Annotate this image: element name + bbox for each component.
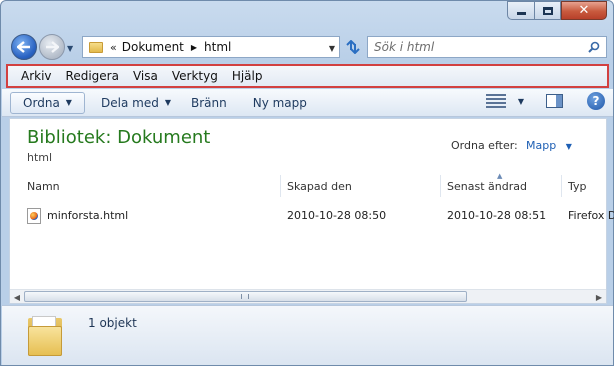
branna-label: Bränn bbox=[190, 95, 227, 110]
menu-bar: Arkiv Redigera Visa Verktyg Hjälp bbox=[6, 64, 609, 88]
library-subtitle: html bbox=[27, 151, 53, 164]
breadcrumb-item-html[interactable]: html bbox=[204, 40, 231, 54]
sort-arrow-icon: ▲ bbox=[497, 172, 503, 180]
arrange-by-value: Mapp bbox=[526, 139, 557, 152]
column-divider[interactable] bbox=[561, 175, 562, 197]
forward-button[interactable] bbox=[39, 34, 65, 60]
minimize-icon bbox=[516, 11, 526, 15]
refresh-button[interactable] bbox=[342, 36, 364, 58]
folder-icon bbox=[28, 316, 62, 356]
breadcrumb-item-dokument[interactable]: Dokument bbox=[122, 40, 184, 54]
close-button[interactable]: ✕ bbox=[561, 1, 607, 20]
file-type: Firefox D bbox=[568, 209, 614, 222]
toolbar-right-group: ▼ ? bbox=[485, 92, 605, 110]
preview-pane-icon[interactable] bbox=[546, 94, 563, 108]
address-dropdown-icon[interactable]: ▼ bbox=[329, 44, 335, 53]
chevron-down-icon: ▼ bbox=[565, 142, 572, 151]
view-options-icon[interactable] bbox=[485, 94, 506, 108]
grip-icon bbox=[241, 294, 249, 299]
menu-item-hjalp[interactable]: Hjälp bbox=[225, 69, 270, 83]
ordna-label: Ordna bbox=[23, 95, 60, 110]
scroll-left-icon[interactable]: ◀ bbox=[10, 290, 24, 304]
close-icon: ✕ bbox=[578, 3, 590, 18]
column-divider[interactable] bbox=[440, 175, 441, 197]
column-headers: Namn Skapad den ▲ Senast ändrad Typ bbox=[10, 172, 606, 197]
menu-item-redigera[interactable]: Redigera bbox=[59, 69, 126, 83]
folder-icon bbox=[89, 41, 103, 53]
horizontal-scrollbar[interactable]: ◀ ▶ bbox=[10, 289, 606, 303]
details-pane: 1 objekt bbox=[2, 305, 613, 365]
explorer-window: ✕ ▼ « Dokument ▶ html ▼ Sök i html Arkiv… bbox=[0, 0, 614, 366]
search-icon[interactable] bbox=[588, 41, 600, 53]
search-input[interactable]: Sök i html bbox=[367, 36, 607, 58]
ny-mapp-button[interactable]: Ny mapp bbox=[243, 92, 317, 114]
branna-button[interactable]: Bränn bbox=[181, 92, 237, 114]
maximize-button[interactable] bbox=[534, 1, 561, 20]
column-header-skapad[interactable]: Skapad den bbox=[287, 180, 352, 193]
menu-item-visa[interactable]: Visa bbox=[126, 69, 165, 83]
ordna-button[interactable]: Ordna ▼ bbox=[10, 91, 85, 114]
chevron-down-icon: ▼ bbox=[65, 98, 72, 107]
library-title: Bibliotek: Dokument bbox=[27, 127, 211, 148]
command-bar: Ordna ▼ Dela med ▼ Bränn Ny mapp ▼ ? bbox=[2, 89, 613, 117]
scroll-right-icon[interactable]: ▶ bbox=[592, 290, 606, 304]
column-divider[interactable] bbox=[280, 175, 281, 197]
file-created: 2010-10-28 08:50 bbox=[287, 209, 387, 222]
html-file-icon bbox=[27, 208, 41, 224]
file-row[interactable]: minforsta.html 2010-10-28 08:50 2010-10-… bbox=[10, 207, 614, 227]
breadcrumb-separator-icon[interactable]: ▶ bbox=[191, 43, 197, 52]
item-count: 1 objekt bbox=[88, 316, 137, 330]
menu-item-arkiv[interactable]: Arkiv bbox=[14, 69, 59, 83]
navigation-bar: ▼ « Dokument ▶ html ▼ Sök i html bbox=[9, 31, 607, 65]
file-modified: 2010-10-28 08:51 bbox=[447, 209, 547, 222]
chevron-down-icon: ▼ bbox=[164, 98, 171, 107]
help-icon[interactable]: ? bbox=[587, 92, 605, 110]
arrow-right-icon bbox=[46, 41, 59, 53]
arrange-by-dropdown[interactable]: Mapp ▼ bbox=[526, 139, 572, 152]
file-list-pane: Bibliotek: Dokument html Ordna efter: Ma… bbox=[9, 118, 614, 304]
column-header-typ[interactable]: Typ bbox=[568, 180, 587, 193]
maximize-icon bbox=[542, 6, 553, 15]
refresh-icon bbox=[346, 40, 360, 54]
dela-med-label: Dela med bbox=[101, 95, 159, 110]
dela-med-button[interactable]: Dela med ▼ bbox=[91, 92, 181, 114]
column-header-senast-andrad[interactable]: Senast ändrad bbox=[447, 180, 527, 193]
view-dropdown-icon[interactable]: ▼ bbox=[518, 97, 524, 106]
address-bar[interactable]: « Dokument ▶ html ▼ bbox=[82, 36, 340, 58]
search-placeholder: Sök i html bbox=[374, 40, 435, 54]
back-button[interactable] bbox=[11, 34, 37, 60]
recent-pages-dropdown[interactable]: ▼ bbox=[67, 44, 73, 53]
column-header-namn[interactable]: Namn bbox=[27, 180, 60, 193]
menu-item-verktyg[interactable]: Verktyg bbox=[165, 69, 225, 83]
file-name: minforsta.html bbox=[47, 209, 129, 222]
caption-buttons: ✕ bbox=[507, 1, 607, 20]
arrange-by-label: Ordna efter: bbox=[451, 139, 518, 152]
minimize-button[interactable] bbox=[507, 1, 534, 20]
arrow-left-icon bbox=[17, 41, 30, 53]
scrollbar-thumb[interactable] bbox=[24, 291, 467, 302]
breadcrumb-overflow[interactable]: « bbox=[110, 41, 117, 54]
ny-mapp-label: Ny mapp bbox=[252, 95, 307, 110]
